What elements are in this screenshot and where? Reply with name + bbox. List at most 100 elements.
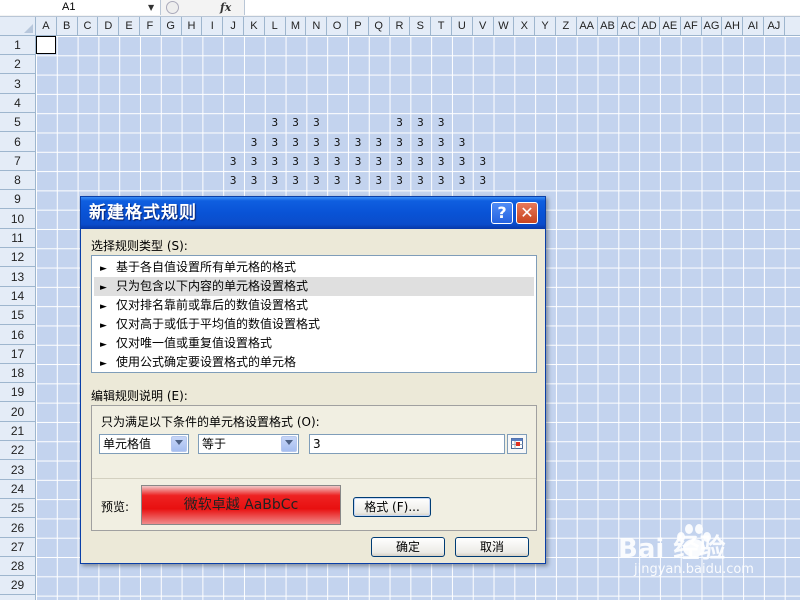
cancel-button[interactable]: 取消	[455, 537, 529, 557]
column-header[interactable]: AI	[743, 17, 764, 35]
column-header[interactable]: T	[431, 17, 452, 35]
help-button[interactable]: ?	[491, 202, 513, 224]
row-header[interactable]: 2	[0, 55, 35, 75]
row-header[interactable]: 29	[0, 576, 35, 596]
column-header[interactable]: X	[514, 17, 536, 35]
cell-value[interactable]: 3	[452, 133, 472, 152]
cell-value[interactable]: 3	[223, 152, 243, 171]
row-header[interactable]: 12	[0, 248, 35, 268]
cell-value[interactable]: 3	[369, 152, 389, 171]
cell-value[interactable]: 3	[265, 152, 285, 171]
cell-value[interactable]: 3	[348, 152, 368, 171]
column-header[interactable]: AA	[577, 17, 598, 35]
row-header[interactable]: 8	[0, 171, 35, 191]
cell-value[interactable]: 3	[410, 113, 430, 132]
rule-type-item[interactable]: ► 仅对唯一值或重复值设置格式	[94, 334, 534, 353]
row-header[interactable]: 18	[0, 364, 35, 384]
column-header[interactable]: W	[494, 17, 515, 35]
select-all-corner[interactable]	[0, 17, 36, 36]
column-header[interactable]: AE	[660, 17, 681, 35]
column-header[interactable]: P	[348, 17, 369, 35]
row-header[interactable]: 26	[0, 519, 35, 538]
row-header[interactable]: 27	[0, 538, 35, 557]
column-header[interactable]: Y	[535, 17, 556, 35]
rule-type-item[interactable]: ► 仅对排名靠前或靠后的数值设置格式	[94, 296, 534, 315]
row-header[interactable]: 25	[0, 499, 35, 519]
cell-value[interactable]: 3	[431, 171, 451, 190]
cell-value[interactable]: 3	[327, 133, 347, 152]
row-header[interactable]: 24	[0, 480, 35, 499]
row-header[interactable]: 5	[0, 113, 35, 133]
column-header[interactable]: AD	[639, 17, 660, 35]
column-header[interactable]: L	[265, 17, 286, 35]
column-header[interactable]: H	[182, 17, 203, 35]
column-header[interactable]: V	[473, 17, 494, 35]
row-header[interactable]: 19	[0, 383, 35, 403]
column-header[interactable]: G	[161, 17, 182, 35]
cancel-edit-icon[interactable]	[166, 1, 179, 14]
cell-value[interactable]: 3	[306, 113, 326, 132]
column-header[interactable]: R	[390, 17, 411, 35]
collapse-dialog-button[interactable]	[507, 434, 527, 454]
cell-value[interactable]: 3	[390, 152, 410, 171]
row-header[interactable]: 7	[0, 152, 35, 171]
active-cell[interactable]	[36, 36, 56, 54]
operator-select[interactable]: 等于	[198, 434, 299, 454]
cell-value[interactable]: 3	[286, 113, 306, 132]
column-header[interactable]: I	[202, 17, 224, 35]
cell-value[interactable]: 3	[265, 133, 285, 152]
column-header[interactable]: J	[223, 17, 244, 35]
column-header[interactable]: B	[57, 17, 78, 35]
row-header[interactable]: 6	[0, 133, 35, 152]
dropdown-button[interactable]	[281, 436, 297, 452]
cell-value[interactable]: 3	[473, 152, 493, 171]
cell-value[interactable]: 3	[390, 133, 410, 152]
cell-value[interactable]: 3	[244, 152, 264, 171]
cell-value[interactable]: 3	[473, 171, 493, 190]
rule-type-item[interactable]: ► 使用公式确定要设置格式的单元格	[94, 353, 534, 372]
row-header[interactable]: 28	[0, 557, 35, 577]
cell-value[interactable]: 3	[306, 133, 326, 152]
column-header[interactable]: A	[36, 17, 57, 35]
cell-value[interactable]: 3	[223, 171, 243, 190]
column-header[interactable]: D	[98, 17, 120, 35]
format-button[interactable]: 格式 (F)...	[353, 497, 431, 517]
cell-value[interactable]: 3	[327, 171, 347, 190]
column-header[interactable]: Z	[556, 17, 577, 35]
ok-button[interactable]: 确定	[371, 537, 445, 557]
cell-value[interactable]: 3	[369, 171, 389, 190]
row-header[interactable]: 21	[0, 422, 35, 441]
cell-value[interactable]: 3	[348, 171, 368, 190]
row-header[interactable]: 3	[0, 75, 35, 94]
cell-value[interactable]: 3	[306, 152, 326, 171]
column-header[interactable]: F	[140, 17, 161, 35]
dropdown-button[interactable]	[171, 436, 187, 452]
cell-value[interactable]: 3	[369, 133, 389, 152]
cell-value[interactable]: 3	[410, 171, 430, 190]
row-header[interactable]: 20	[0, 403, 35, 422]
cell-value[interactable]: 3	[452, 152, 472, 171]
cell-value[interactable]: 3	[286, 133, 306, 152]
chevron-down-icon[interactable]: ▼	[148, 0, 154, 15]
cell-value[interactable]: 3	[265, 113, 285, 132]
column-header[interactable]: AF	[681, 17, 702, 35]
row-header[interactable]: 14	[0, 287, 35, 306]
column-header[interactable]: Q	[369, 17, 390, 35]
row-header[interactable]: 22	[0, 441, 35, 461]
row-header[interactable]: 4	[0, 94, 35, 113]
rule-type-item[interactable]: ► 仅对高于或低于平均值的数值设置格式	[94, 315, 534, 334]
cell-value[interactable]: 3	[286, 152, 306, 171]
cell-value[interactable]: 3	[286, 171, 306, 190]
column-header[interactable]: S	[410, 17, 432, 35]
row-header[interactable]: 9	[0, 190, 35, 210]
cell-value[interactable]: 3	[410, 133, 430, 152]
column-header[interactable]: AC	[618, 17, 640, 35]
dialog-titlebar[interactable]: 新建格式规则 ? ✕	[81, 197, 545, 229]
row-header[interactable]: 1	[0, 36, 35, 55]
cell-value[interactable]: 3	[390, 171, 410, 190]
column-header[interactable]: M	[286, 17, 307, 35]
column-header[interactable]: U	[452, 17, 473, 35]
cell-value[interactable]: 3	[244, 133, 264, 152]
formula-input[interactable]	[244, 0, 800, 15]
column-header[interactable]: AB	[598, 17, 619, 35]
